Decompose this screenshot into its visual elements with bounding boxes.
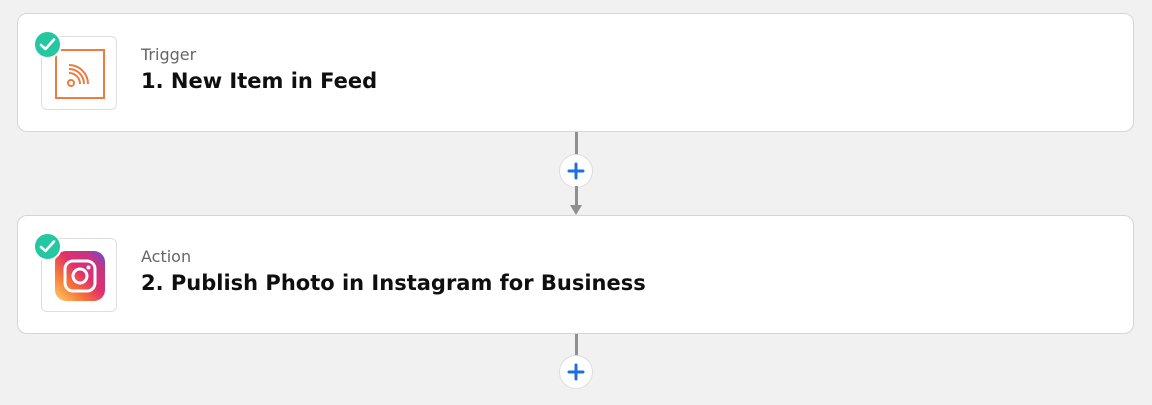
add-step-button[interactable] bbox=[559, 355, 593, 389]
step-kind-label: Trigger bbox=[141, 45, 197, 64]
plus-icon bbox=[567, 162, 585, 180]
step-title: 2. Publish Photo in Instagram for Busine… bbox=[141, 271, 646, 295]
check-icon bbox=[39, 240, 56, 253]
step-title: 1. New Item in Feed bbox=[141, 69, 378, 93]
add-step-button[interactable] bbox=[559, 154, 593, 188]
check-icon bbox=[39, 38, 56, 51]
step-kind-label: Action bbox=[141, 247, 192, 266]
connector-line bbox=[575, 334, 578, 357]
instagram-icon bbox=[55, 251, 105, 301]
rss-feed-icon bbox=[55, 49, 105, 99]
step-complete-badge bbox=[33, 30, 62, 59]
connector-arrow-icon bbox=[570, 205, 582, 215]
plus-icon bbox=[567, 363, 585, 381]
trigger-step-card[interactable]: Trigger 1. New Item in Feed bbox=[17, 13, 1134, 132]
action-step-card[interactable]: Action 2. Publish Photo in Instagram for… bbox=[17, 215, 1134, 334]
step-complete-badge bbox=[33, 232, 62, 261]
connector-line bbox=[575, 186, 578, 206]
